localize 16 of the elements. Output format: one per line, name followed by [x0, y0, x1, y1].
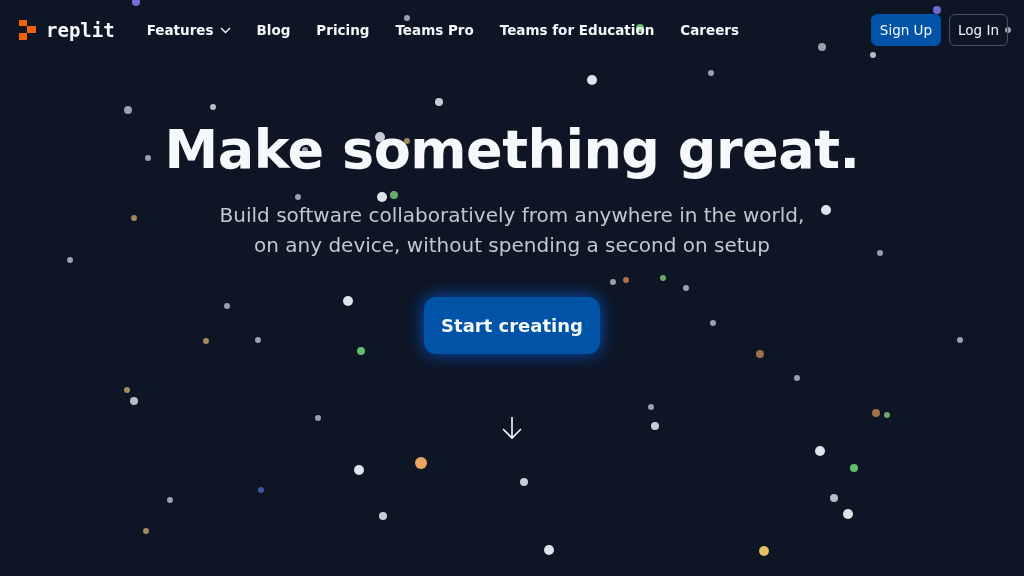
hero-title: Make something great.	[164, 118, 860, 181]
start-creating-button[interactable]: Start creating	[424, 297, 600, 354]
nav-link[interactable]: Careers	[670, 16, 750, 44]
logo-icon[interactable]	[18, 19, 38, 41]
sign-up-button[interactable]: Sign Up	[870, 14, 942, 46]
hero-subtitle: on any device, without spending a second on setup	[254, 233, 770, 257]
arrow-down-icon[interactable]	[501, 416, 523, 440]
nav-link[interactable]: Blog	[246, 16, 301, 44]
nav-link[interactable]: Features	[136, 16, 241, 44]
nav-link[interactable]: Teams for Education	[489, 16, 665, 44]
nav-link[interactable]: Teams Pro	[385, 16, 484, 44]
log-in-button[interactable]: Log In	[949, 14, 1008, 46]
nav-link[interactable]: Pricing	[306, 16, 380, 44]
chevron-down-icon	[219, 26, 231, 34]
logo-text[interactable]: replit	[46, 19, 115, 41]
hero-subtitle: Build software collaboratively from anywhere in the world,	[219, 203, 805, 227]
